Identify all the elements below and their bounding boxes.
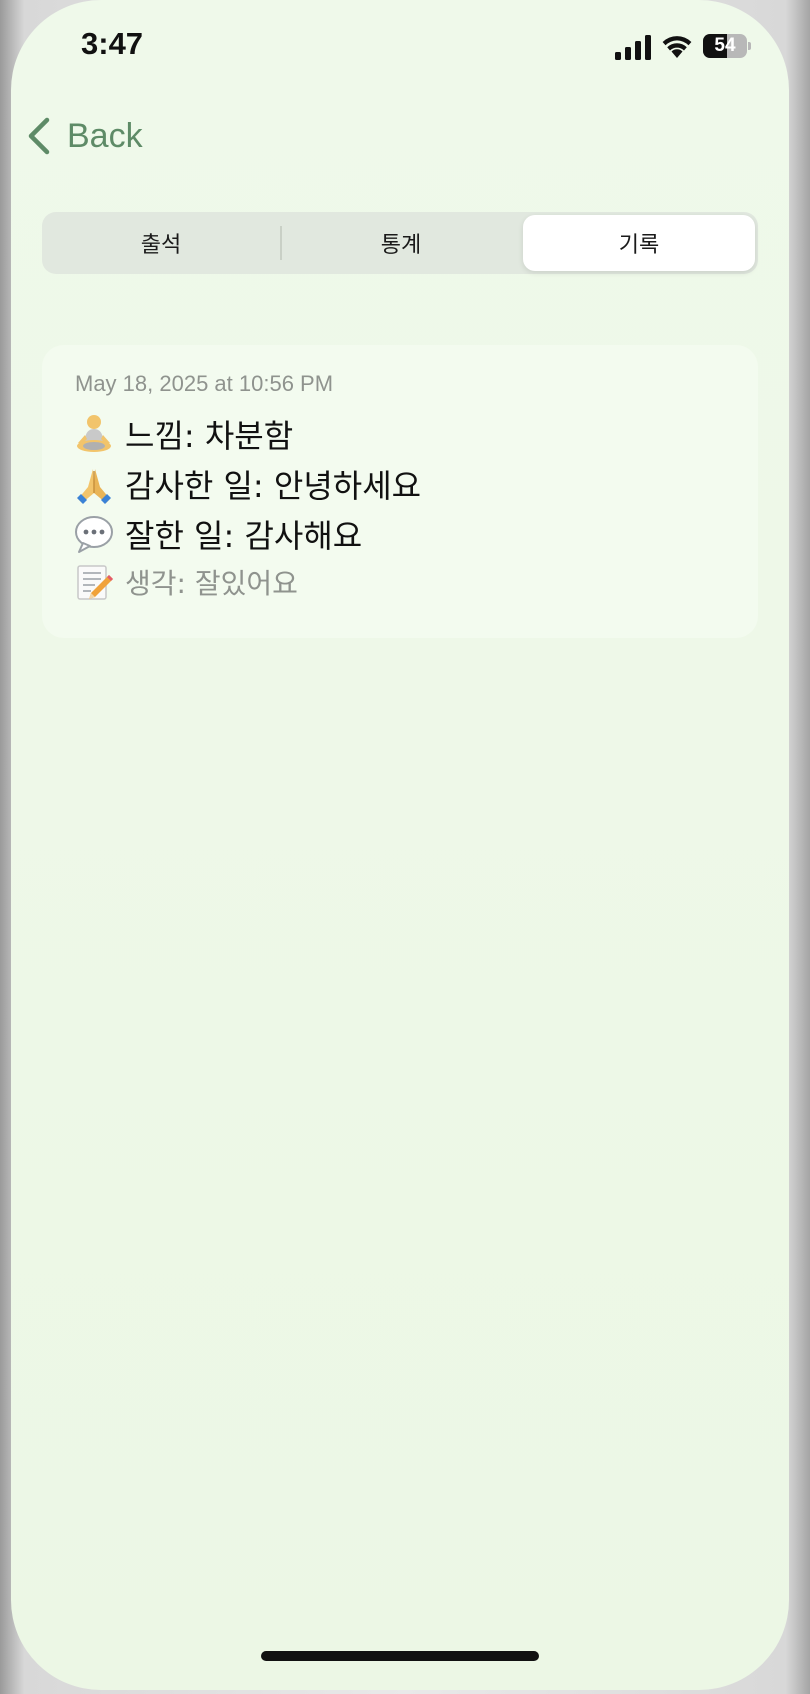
status-time: 3:47 xyxy=(81,26,144,61)
segmented-control: 출석 통계 기록 xyxy=(42,212,758,274)
entry-feeling: 느낌: 차분함 xyxy=(73,411,293,457)
meditation-icon xyxy=(77,415,111,452)
tab-statistics[interactable]: 통계 xyxy=(285,215,517,271)
tab-records[interactable]: 기록 xyxy=(523,215,755,271)
app-screen: 3:47 54 Back 출석 통계 기록 May 18, 2025 at 10… xyxy=(11,0,789,1690)
battery-percent: 54 xyxy=(714,35,736,56)
entry-date: May 18, 2025 at 10:56 PM xyxy=(75,371,334,396)
home-indicator[interactable] xyxy=(261,1651,539,1661)
entry-thought-text: 생각: 잘있어요 xyxy=(125,567,298,600)
entry-well-done: 잘한 일: 감사해요 xyxy=(73,511,362,557)
entry-well-done-text: 잘한 일: 감사해요 xyxy=(125,517,363,555)
segment-divider xyxy=(280,226,282,260)
entry-thought: 생각: 잘있어요 xyxy=(73,561,298,603)
memo-icon xyxy=(77,565,113,600)
tab-attendance[interactable]: 출석 xyxy=(45,215,277,271)
journal-entry-card[interactable]: May 18, 2025 at 10:56 PM 느낌: 차분함 감사한 일: … xyxy=(42,345,758,638)
folded-hands-icon xyxy=(77,469,111,504)
status-bar: 3:47 54 xyxy=(11,0,789,100)
entry-gratitude: 감사한 일: 안녕하세요 xyxy=(73,461,421,507)
entry-feeling-text: 느낌: 차분함 xyxy=(125,417,294,455)
speech-bubble-icon xyxy=(75,516,113,553)
back-button[interactable]: Back xyxy=(25,108,143,164)
entry-gratitude-text: 감사한 일: 안녕하세요 xyxy=(125,467,422,505)
wifi-icon xyxy=(662,36,692,58)
back-label: Back xyxy=(67,116,143,155)
cellular-signal-icon xyxy=(615,35,651,60)
chevron-left-icon xyxy=(28,117,50,155)
battery-icon: 54 xyxy=(703,34,751,60)
